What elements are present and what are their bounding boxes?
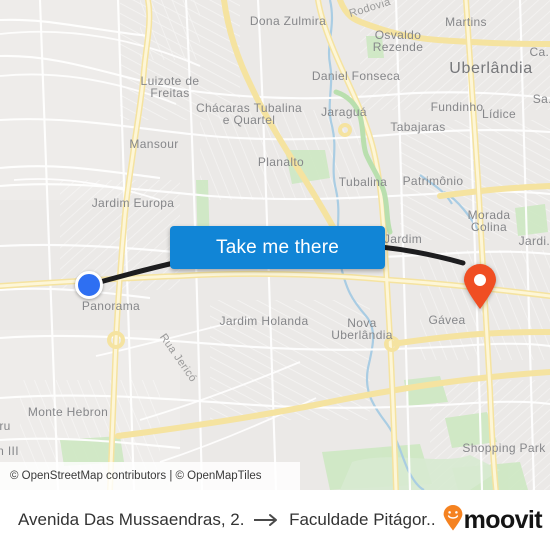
attribution-text: © OpenStreetMap contributors | © OpenMap… <box>10 470 262 482</box>
footer-destination-label: Faculdade Pitágor... <box>289 510 435 529</box>
moovit-wordmark: moovit <box>463 505 543 534</box>
take-me-there-button[interactable]: Take me there <box>170 226 385 269</box>
origin-dot[interactable] <box>75 271 103 299</box>
arrow-right-icon <box>254 513 280 527</box>
map-attribution: © OpenStreetMap contributors | © OpenMap… <box>0 462 300 490</box>
moovit-logo[interactable]: moovit <box>443 504 543 536</box>
moovit-pin-icon <box>443 504 463 536</box>
take-me-there-label: Take me there <box>216 236 339 258</box>
map-canvas[interactable]: Dona Zulmira Rodovia Martins Osvaldo Rezend… <box>0 0 550 490</box>
moovit-map-share-card: Dona Zulmira Rodovia Martins Osvaldo Rezend… <box>0 0 550 550</box>
footer-origin-label: Avenida Das Mussaendras, 2... <box>18 510 246 529</box>
trip-footer-bar: Avenida Das Mussaendras, 2... Faculdade … <box>0 490 550 550</box>
